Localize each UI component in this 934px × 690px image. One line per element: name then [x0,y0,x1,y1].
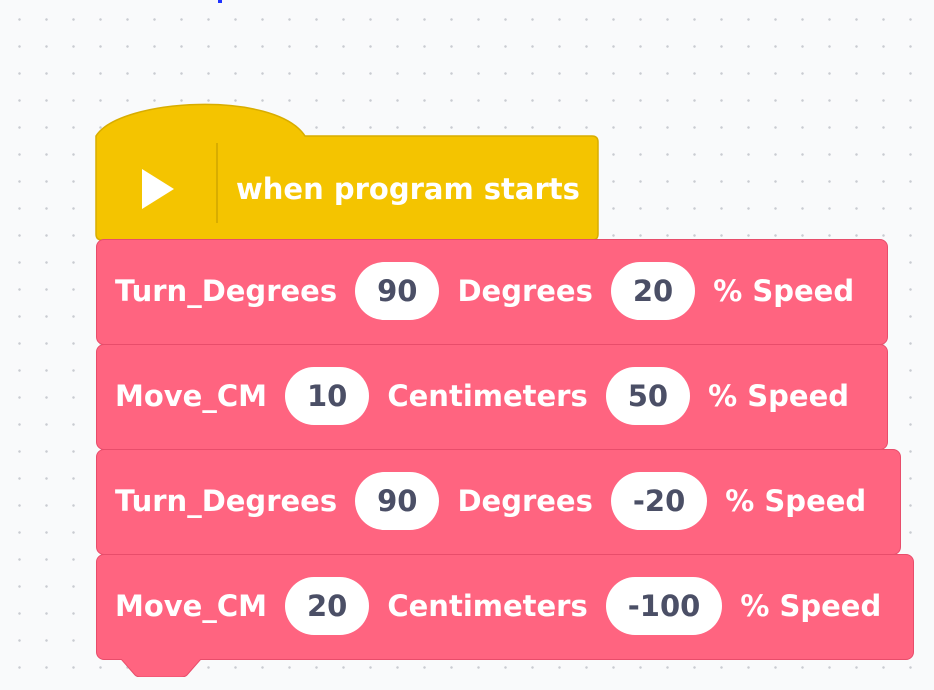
degrees-input[interactable]: 90 [355,262,440,320]
degrees-input[interactable]: 90 [355,472,440,530]
block-canvas[interactable]: when program starts Turn_Degrees 90 Degr… [0,0,934,690]
speed-input[interactable]: 50 [605,367,691,425]
speed-label: % Speed [725,484,867,518]
turn-degrees-block[interactable]: Turn_Degrees 90 Degrees -20 % Speed [96,449,901,572]
move-cm-block[interactable]: Move_CM 10 Centimeters 50 % Speed [96,344,888,467]
speed-label: % Speed [713,274,855,308]
speed-input[interactable]: 20 [610,262,696,320]
block-name: Turn_Degrees [115,484,338,518]
move-cm-block[interactable]: Move_CM 20 Centimeters -100 % Speed [96,554,914,677]
distance-input[interactable]: 10 [285,367,370,425]
block-notch [121,659,201,677]
block-name: Move_CM [115,589,267,623]
unit-label: Degrees [457,484,593,518]
unit-label: Degrees [457,274,593,308]
unit-label: Centimeters [387,379,588,413]
block-name: Move_CM [115,379,267,413]
turn-degrees-block[interactable]: Turn_Degrees 90 Degrees 20 % Speed [96,239,888,362]
block-name: Turn_Degrees [115,274,338,308]
hat-divider [216,143,218,223]
speed-label: % Speed [740,589,882,623]
speed-label: % Speed [708,379,850,413]
speed-input[interactable]: -100 [605,577,723,635]
distance-input[interactable]: 20 [285,577,370,635]
play-icon [142,169,174,209]
hat-block-label: when program starts [236,172,580,206]
unit-label: Centimeters [387,589,588,623]
speed-input[interactable]: -20 [610,472,708,530]
